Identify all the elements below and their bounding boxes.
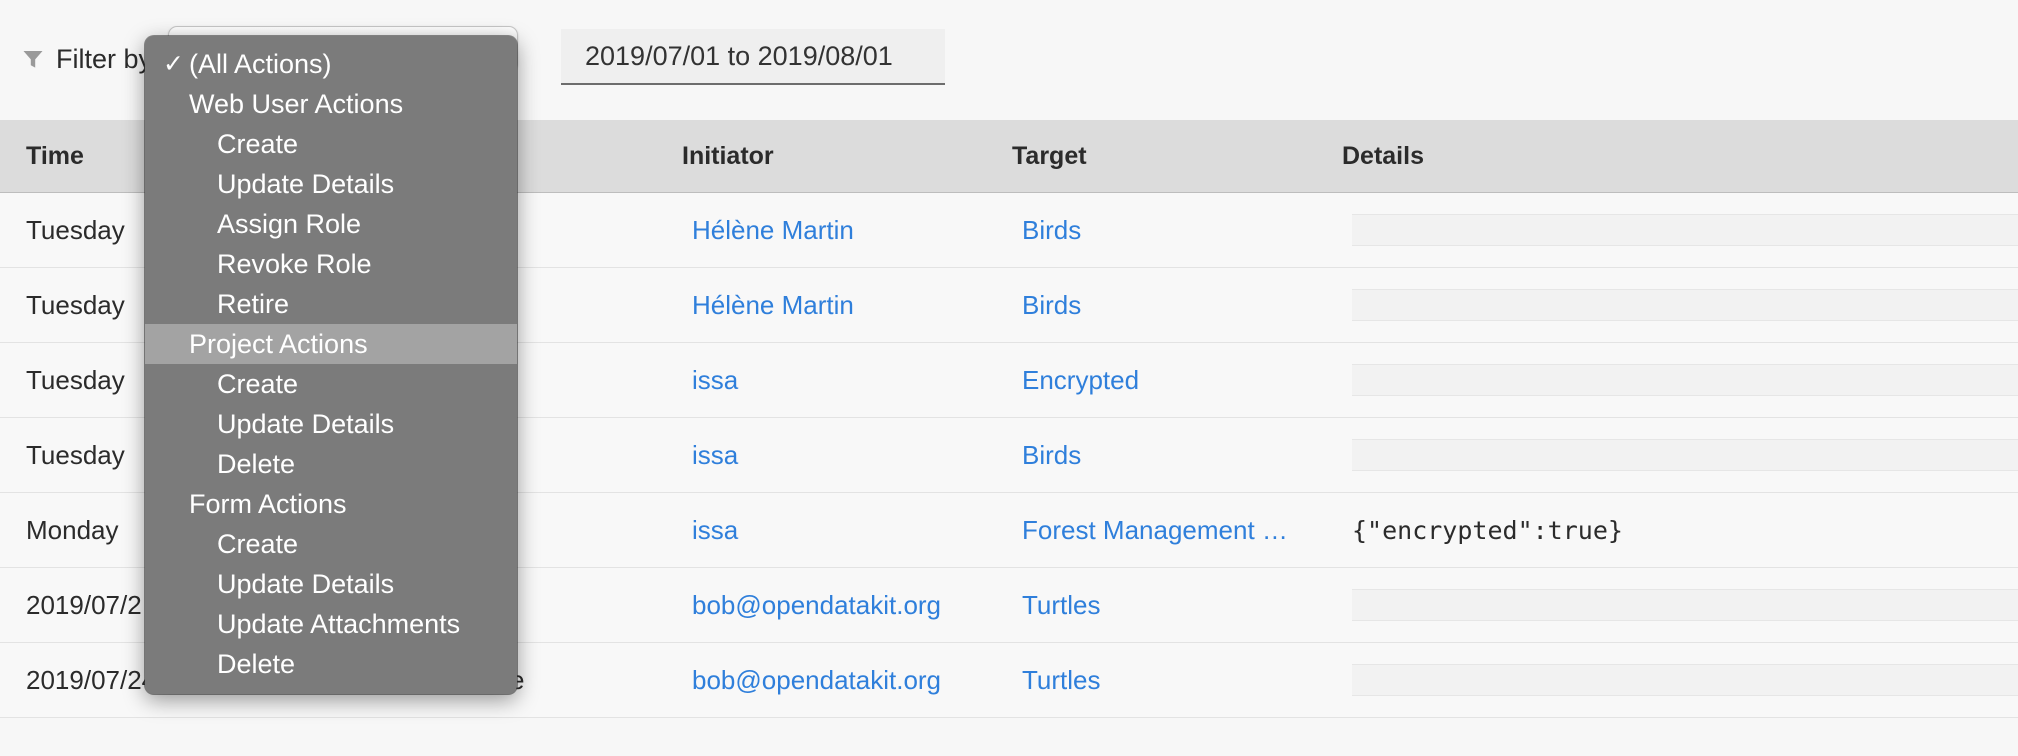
menu-item-form-actions[interactable]: Form Actions (145, 484, 517, 524)
cell-target: Birds (1012, 267, 1342, 343)
funnel-icon (23, 51, 43, 68)
menu-item-update-details[interactable]: Update Details (145, 564, 517, 604)
cell-initiator: issa (682, 492, 1012, 568)
menu-item-label: Update Details (217, 569, 395, 599)
initiator-link[interactable]: Hélène Martin (692, 290, 854, 320)
target-link[interactable]: Birds (1022, 440, 1081, 470)
initiator-link[interactable]: issa (692, 440, 738, 470)
cell-target: Encrypted (1012, 342, 1342, 418)
cell-details (1342, 567, 2018, 643)
menu-item-delete[interactable]: Delete (145, 644, 517, 684)
target-link[interactable]: Encrypted (1022, 365, 1139, 395)
cell-initiator: bob@opendatakit.org (682, 642, 1012, 718)
menu-item-delete[interactable]: Delete (145, 444, 517, 484)
menu-item-assign-role[interactable]: Assign Role (145, 204, 517, 244)
details-json: {"encrypted":true} (1352, 515, 1623, 545)
target-link[interactable]: Forest Management … (1022, 515, 1288, 545)
details-placeholder (1352, 664, 2018, 696)
details-placeholder (1352, 364, 2018, 396)
menu-item-label: Assign Role (217, 209, 362, 239)
menu-item-label: Create (217, 129, 299, 159)
menu-item-project-actions[interactable]: Project Actions (145, 324, 517, 364)
menu-item-label: Update Details (217, 169, 395, 199)
menu-item-label: Delete (217, 649, 296, 679)
cell-details (1342, 417, 2018, 493)
menu-item-all-actions[interactable]: ✓ (All Actions) (145, 44, 517, 84)
cell-target: Birds (1012, 192, 1342, 268)
target-link[interactable]: Turtles (1022, 590, 1101, 620)
menu-item-label: Create (217, 529, 299, 559)
menu-item-retire[interactable]: Retire (145, 284, 517, 324)
menu-item-update-details[interactable]: Update Details (145, 404, 517, 444)
cell-initiator: issa (682, 342, 1012, 418)
cell-details (1342, 267, 2018, 343)
initiator-link[interactable]: issa (692, 515, 738, 545)
menu-item-create[interactable]: Create (145, 364, 517, 404)
details-placeholder (1352, 214, 2018, 246)
menu-item-revoke-role[interactable]: Revoke Role (145, 244, 517, 284)
cell-target: Turtles (1012, 567, 1342, 643)
target-link[interactable]: Birds (1022, 290, 1081, 320)
check-icon: ✓ (163, 50, 184, 78)
date-range-value: 2019/07/01 to 2019/08/01 (585, 40, 893, 71)
menu-item-label: Project Actions (189, 329, 368, 359)
menu-item-label: Create (217, 369, 299, 399)
cell-details (1342, 342, 2018, 418)
filter-by-label: Filter by (56, 43, 153, 74)
menu-item-web-user-actions[interactable]: Web User Actions (145, 84, 517, 124)
cell-target: Forest Management … (1012, 492, 1342, 568)
column-header-target[interactable]: Target (1012, 120, 1342, 193)
cell-details (1342, 192, 2018, 268)
menu-item-create[interactable]: Create (145, 124, 517, 164)
menu-item-update-details[interactable]: Update Details (145, 164, 517, 204)
menu-item-update-attachments[interactable]: Update Attachments (145, 604, 517, 644)
menu-item-label: Update Details (217, 409, 395, 439)
column-header-initiator[interactable]: Initiator (682, 120, 1012, 193)
cell-details: {"encrypted":true} (1342, 492, 2018, 568)
cell-target: Birds (1012, 417, 1342, 493)
cell-initiator: Hélène Martin (682, 267, 1012, 343)
action-type-dropdown-menu[interactable]: ✓ (All Actions) Web User Actions Create Upda… (145, 36, 517, 694)
menu-item-label: Form Actions (189, 489, 347, 519)
menu-item-label: Delete (217, 449, 296, 479)
menu-item-label: Update Attachments (217, 609, 461, 639)
target-link[interactable]: Birds (1022, 215, 1081, 245)
initiator-link[interactable]: bob@opendatakit.org (692, 665, 941, 695)
cell-target: Turtles (1012, 642, 1342, 718)
details-placeholder (1352, 439, 2018, 471)
cell-initiator: Hélène Martin (682, 192, 1012, 268)
filter-by-group: Filter by (22, 38, 152, 80)
menu-item-label: Revoke Role (217, 249, 372, 279)
menu-item-label: Web User Actions (189, 89, 404, 119)
cell-initiator: bob@opendatakit.org (682, 567, 1012, 643)
initiator-link[interactable]: Hélène Martin (692, 215, 854, 245)
column-header-details[interactable]: Details (1342, 120, 2018, 193)
menu-item-label: Retire (217, 289, 290, 319)
menu-item-create[interactable]: Create (145, 524, 517, 564)
details-placeholder (1352, 289, 2018, 321)
initiator-link[interactable]: bob@opendatakit.org (692, 590, 941, 620)
initiator-link[interactable]: issa (692, 365, 738, 395)
date-range-input[interactable]: 2019/07/01 to 2019/08/01 (561, 29, 945, 85)
target-link[interactable]: Turtles (1022, 665, 1101, 695)
cell-details (1342, 642, 2018, 718)
details-placeholder (1352, 589, 2018, 621)
menu-item-label: (All Actions) (189, 49, 332, 79)
cell-initiator: issa (682, 417, 1012, 493)
